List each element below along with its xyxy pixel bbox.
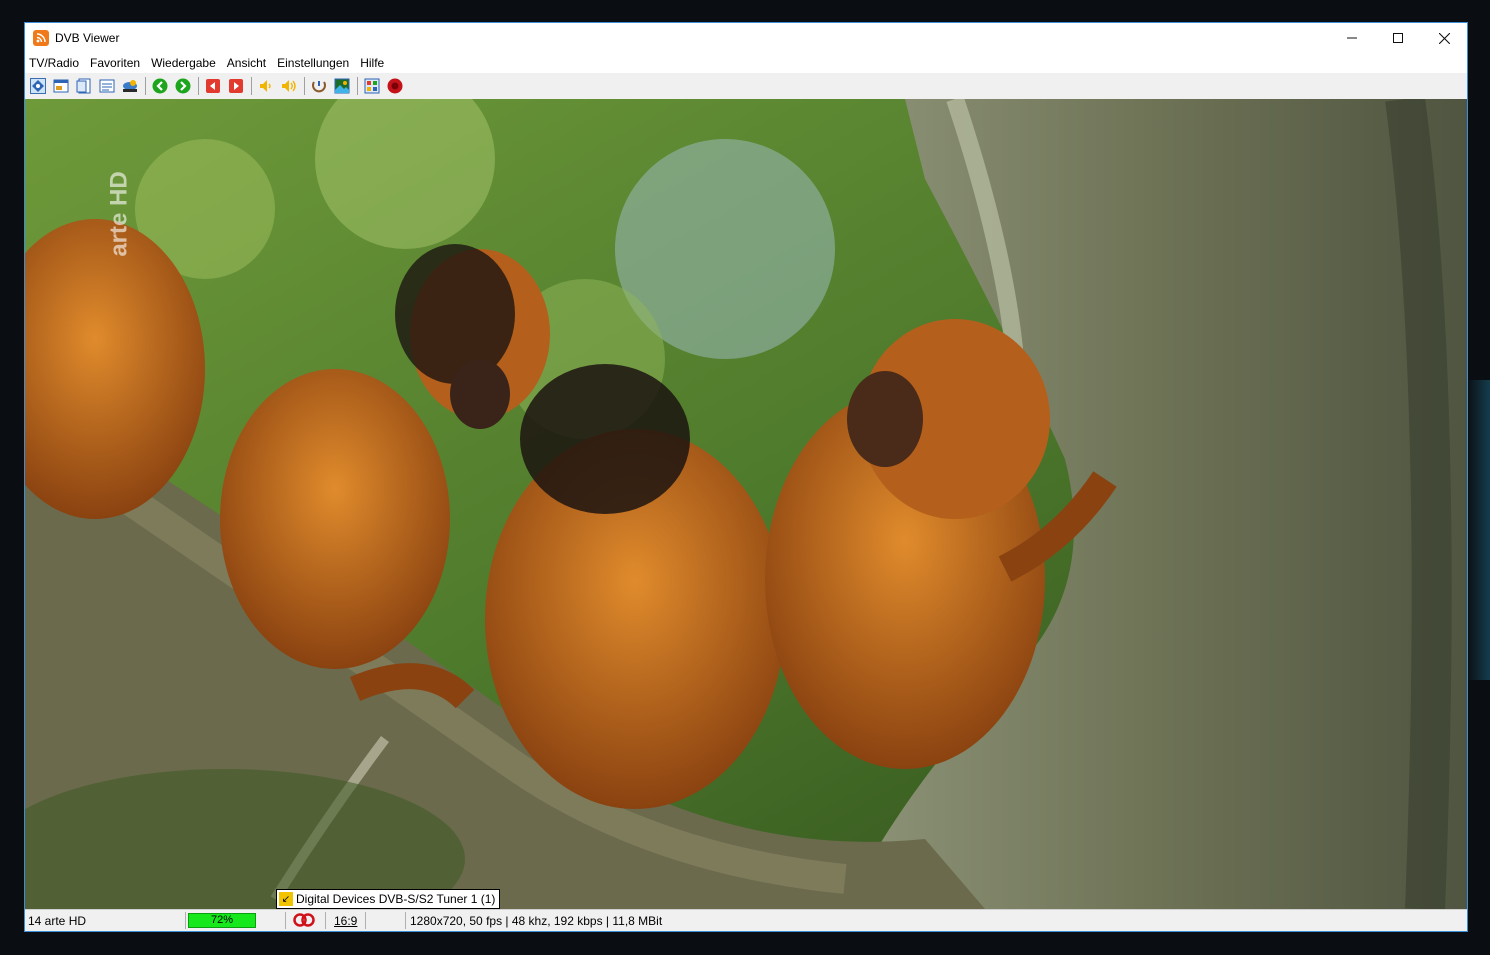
toolbar-separator [145,77,146,95]
signal-strength-label: 72% [210,914,234,926]
next-channel-button[interactable] [226,76,246,96]
channel-list-button[interactable] [28,76,48,96]
window-mode-icon [76,78,91,94]
toolbar-separator [357,77,358,95]
signal-strength-bar: 72% [188,913,256,928]
menu-tv-radio[interactable]: TV/Radio [25,56,86,70]
close-icon [1438,32,1450,44]
toolbar-separator [304,77,305,95]
status-divider [325,912,326,929]
volume-down-icon [260,80,271,92]
video-area[interactable]: arte HD [25,99,1467,909]
menu-favoriten[interactable]: Favoriten [86,56,147,70]
forward-button[interactable] [173,76,193,96]
volume-up-icon [282,80,296,92]
maximize-button[interactable] [1375,23,1421,53]
volume-up-button[interactable] [279,76,299,96]
status-bar: 14 arte HD 72% 16:9 1280x720, 50 fps | 4… [25,909,1467,931]
tuner-label: Digital Devices DVB-S/S2 Tuner 1 (1) [296,892,496,906]
epg-icon [123,80,137,92]
status-divider [285,912,286,929]
record-button[interactable] [385,76,405,96]
window-title: DVB Viewer [55,31,120,45]
osd-button[interactable] [51,76,71,96]
title-bar[interactable]: DVB Viewer [25,23,1467,53]
osd-icon [53,79,69,93]
previous-channel-icon [206,79,220,93]
forward-icon [175,78,191,94]
teletext-icon [99,79,115,93]
status-divider [185,912,186,929]
settings-button[interactable] [362,76,382,96]
channel-name[interactable]: 14 arte HD [28,914,86,928]
back-icon [152,78,168,94]
app-window: DVB Viewer TV/Radio Favoriten Wiedergabe… [24,22,1468,932]
minimize-button[interactable] [1329,23,1375,53]
aspect-ratio-button[interactable]: 16:9 [334,914,357,928]
minimize-icon [1347,37,1357,39]
snapshot-icon [334,78,350,94]
close-button[interactable] [1421,23,1467,53]
stream-info: 1280x720, 50 fps | 48 khz, 192 kbps | 11… [410,914,663,928]
toolbar [25,73,1467,99]
menu-hilfe[interactable]: Hilfe [356,56,391,70]
menu-wiedergabe[interactable]: Wiedergabe [147,56,223,70]
tv-picture [25,99,1467,909]
window-mode-button[interactable] [74,76,94,96]
record-icon [387,78,403,94]
stereo-audio-button[interactable] [293,913,315,930]
settings-icon [364,78,380,94]
previous-channel-button[interactable] [203,76,223,96]
menu-ansicht[interactable]: Ansicht [223,56,273,70]
stereo-icon [293,913,315,927]
menu-einstellungen[interactable]: Einstellungen [273,56,356,70]
timeshift-button[interactable] [309,76,329,96]
back-button[interactable] [150,76,170,96]
tuner-osd: ↙ Digital Devices DVB-S/S2 Tuner 1 (1) [276,889,501,909]
maximize-icon [1393,33,1403,43]
tuner-icon: ↙ [279,892,293,906]
snapshot-button[interactable] [332,76,352,96]
status-divider [365,912,366,929]
menu-bar: TV/Radio Favoriten Wiedergabe Ansicht Ei… [25,53,1467,73]
timeshift-icon [312,81,326,93]
rss-app-icon [33,30,49,46]
status-divider [405,912,406,929]
channel-logo: arte HD [106,171,134,257]
channel-list-icon [30,78,46,94]
next-channel-icon [229,79,243,93]
volume-down-button[interactable] [256,76,276,96]
desktop-background [1466,380,1490,680]
epg-button[interactable] [120,76,140,96]
toolbar-separator [198,77,199,95]
teletext-button[interactable] [97,76,117,96]
toolbar-separator [251,77,252,95]
